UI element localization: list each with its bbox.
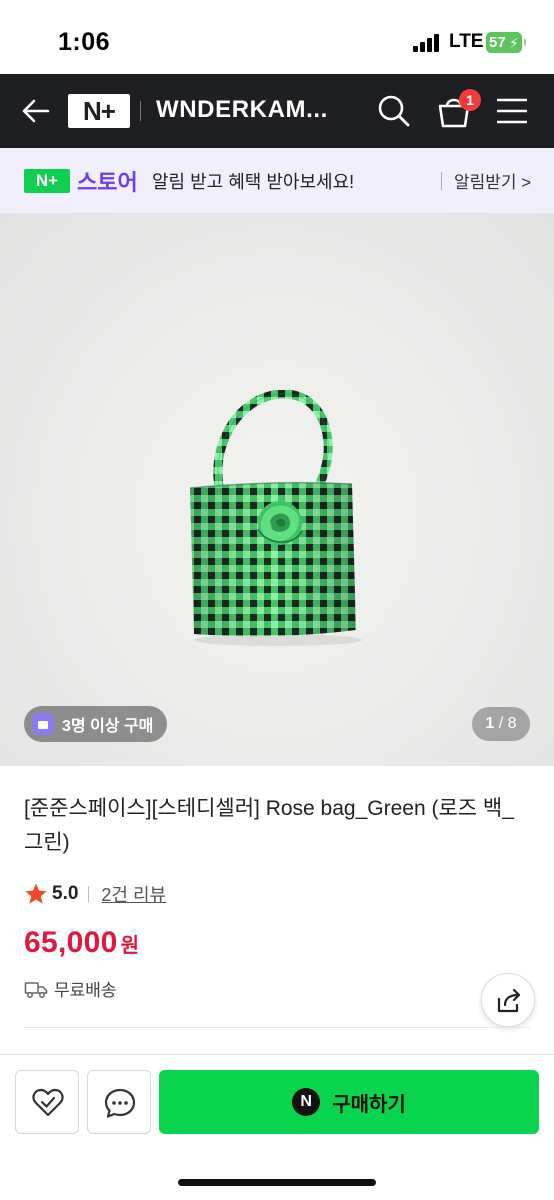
share-icon [497, 988, 521, 1013]
price-row: 65,000 원 [24, 926, 139, 960]
naver-plus-badge: N+ [24, 169, 70, 193]
talk-talk-chat-button[interactable] [87, 1070, 151, 1134]
battery-level: 57 [489, 34, 506, 51]
product-image-carousel[interactable]: 3명 이상 구매 1 / 8 [0, 214, 554, 766]
store-title[interactable]: WNDERKAM... [156, 96, 328, 124]
price-unit: 원 [120, 935, 139, 957]
bottom-action-bar: N 구매하기 [0, 1054, 554, 1200]
image-counter: 1 / 8 [472, 707, 530, 741]
back-button[interactable] [20, 96, 50, 126]
review-count-link[interactable]: 2건 리뷰 [101, 881, 166, 907]
notice-divider [441, 172, 442, 190]
top-nav-bar: N+ WNDERKAM... [0, 74, 554, 148]
wishlist-button[interactable] [15, 1070, 79, 1134]
home-indicator [178, 1179, 376, 1186]
notice-message: 알림 받고 혜택 받아보세요! [152, 172, 355, 192]
buy-now-button[interactable]: N 구매하기 [159, 1070, 539, 1134]
network-label: LTE [449, 31, 484, 52]
price-value: 65,000 [24, 926, 118, 959]
rating-divider [88, 886, 90, 902]
product-title: [준준스페이스][스테디셀러] Rose bag_Green (로즈 백_그린) [24, 797, 514, 854]
heart-check-icon [32, 1088, 64, 1117]
naver-plus-logo[interactable]: N+ [68, 94, 130, 128]
subscribe-alert-link[interactable]: 알림받기 > [454, 168, 531, 193]
chat-bubble-icon [104, 1088, 136, 1118]
search-icon [378, 95, 410, 127]
cart-count-badge: 1 [459, 89, 481, 111]
current-image-index: 1 [485, 715, 495, 732]
delivery-truck-icon [24, 981, 48, 998]
purchase-count-label: 3명 이상 구매 [62, 718, 154, 735]
battery-icon: 57 ⚡ [486, 32, 526, 53]
product-photo-rose-bag [189, 390, 362, 646]
status-bar: 1:06 LTE 57 ⚡ [0, 0, 554, 74]
rating-value: 5.0 [52, 883, 79, 904]
rating-row: 5.0 2건 리뷰 [24, 880, 166, 908]
notification-banner[interactable]: N+ 스토어 알림 받고 혜택 받아보세요! 알림받기 > [0, 148, 554, 214]
shipping-row: 무료배송 [24, 976, 117, 1001]
nav-divider [140, 101, 141, 121]
signal-icon [413, 34, 439, 52]
shipping-label: 무료배송 [54, 981, 117, 1000]
menu-button[interactable] [496, 97, 528, 125]
back-arrow-icon [22, 99, 50, 123]
buy-now-label: 구매하기 [332, 1093, 406, 1116]
section-divider [24, 1027, 530, 1028]
total-image-count: / 8 [498, 715, 517, 732]
charging-icon: ⚡ [509, 35, 519, 51]
purchase-count-badge: 3명 이상 구매 [24, 706, 168, 742]
star-icon [25, 883, 47, 904]
npay-icon: N [292, 1088, 321, 1116]
shopping-bag-icon [32, 713, 54, 735]
rose-ornament [257, 501, 303, 545]
status-time: 1:06 [58, 28, 111, 56]
hamburger-menu-icon [496, 98, 528, 124]
share-button[interactable] [481, 973, 535, 1027]
store-label: 스토어 [77, 170, 138, 195]
search-button[interactable] [376, 93, 412, 129]
